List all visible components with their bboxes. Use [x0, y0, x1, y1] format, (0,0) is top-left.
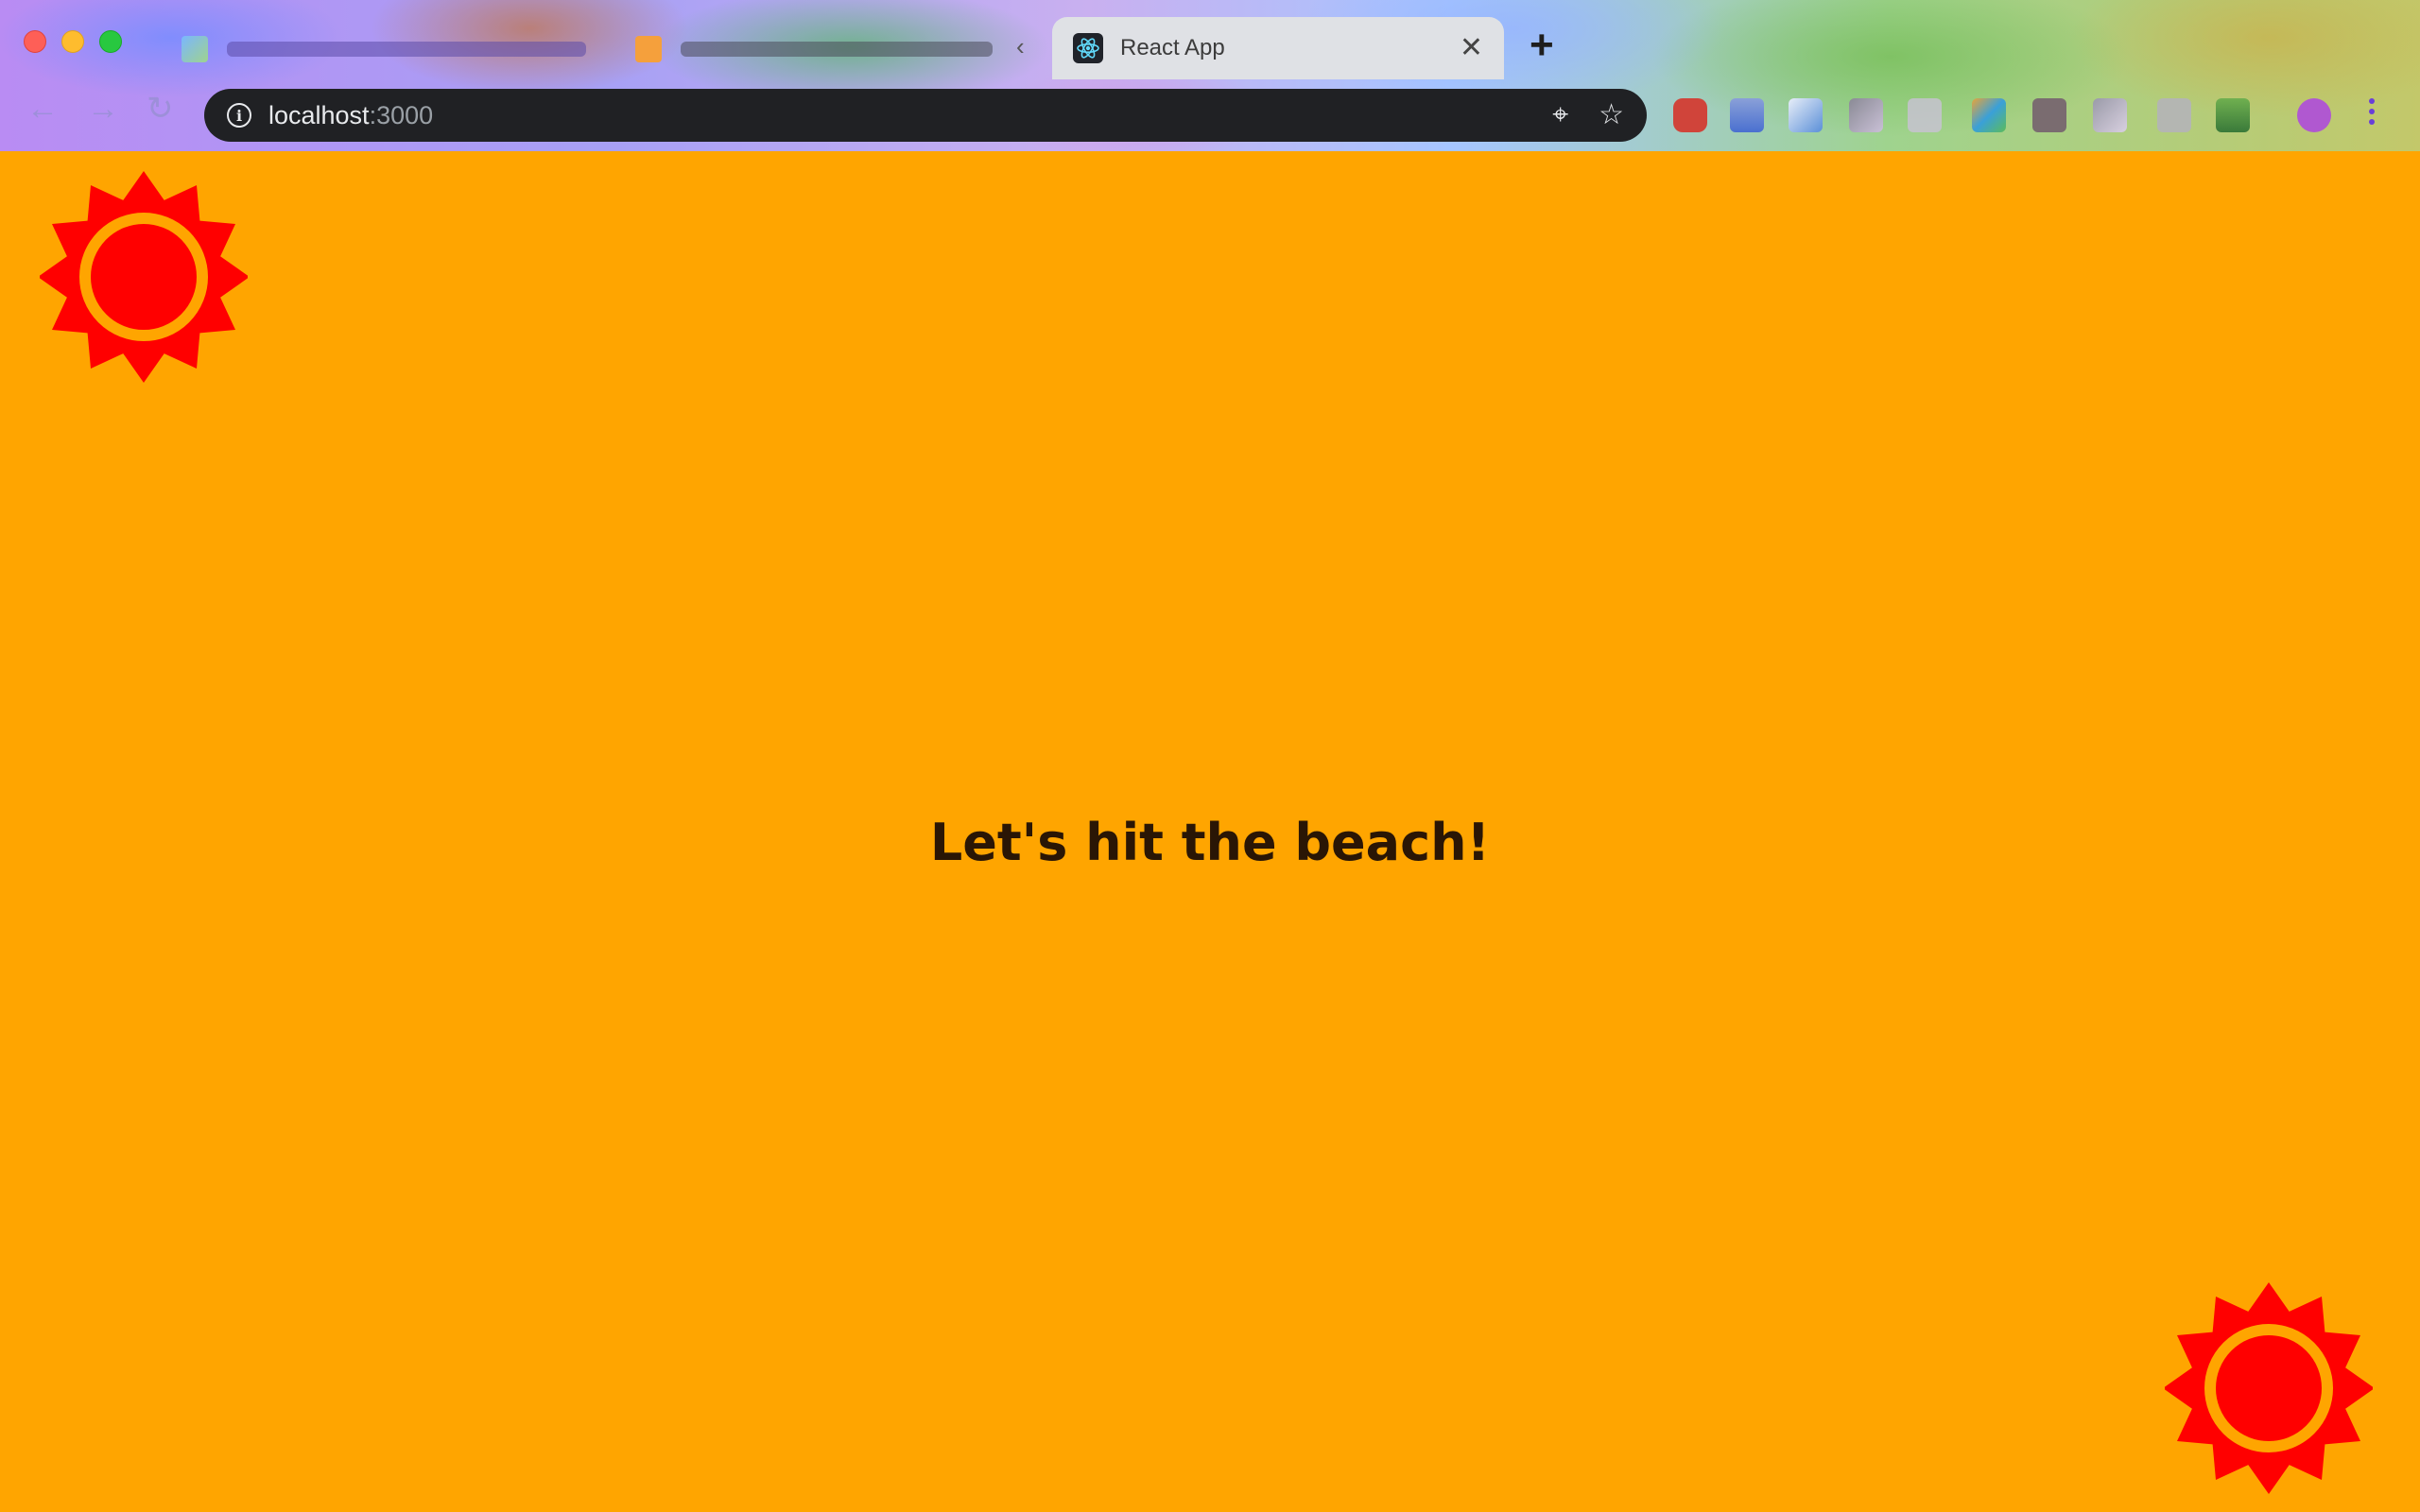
- extension-icon[interactable]: [2093, 98, 2127, 132]
- page-heading: Let's hit the beach!: [929, 813, 1491, 872]
- back-button[interactable]: ←: [26, 93, 59, 125]
- tab-title: React App: [1120, 35, 1225, 60]
- react-logo-icon: [1073, 33, 1103, 63]
- tab-strip: ‹ React App ✕ +: [0, 0, 2420, 79]
- tab-title-redacted: [681, 42, 993, 57]
- sun-icon: [40, 171, 248, 383]
- tab-favicon: [635, 36, 662, 62]
- profile-avatar[interactable]: [2297, 98, 2331, 132]
- browser-menu-icon[interactable]: [2369, 98, 2375, 125]
- address-bar[interactable]: i localhost :3000 ⌖ ☆: [204, 89, 1647, 142]
- tab-background-1[interactable]: [163, 19, 607, 79]
- extension-icon[interactable]: [1789, 98, 1823, 132]
- new-tab-button[interactable]: +: [1530, 25, 1554, 66]
- page-content: Let's hit the beach!: [0, 151, 2420, 1512]
- reload-button[interactable]: ↻: [147, 93, 174, 125]
- extension-icon[interactable]: [1849, 98, 1883, 132]
- bookmark-star-icon[interactable]: ☆: [1599, 101, 1624, 129]
- site-info-icon[interactable]: i: [227, 103, 251, 128]
- tab-active[interactable]: React App ✕: [1052, 17, 1504, 79]
- extension-icon[interactable]: [2216, 98, 2250, 132]
- close-tab-icon[interactable]: ✕: [1460, 34, 1483, 62]
- extension-icon[interactable]: [1673, 98, 1707, 132]
- tab-favicon: [182, 36, 208, 62]
- extension-icon[interactable]: [1972, 98, 2006, 132]
- location-icon[interactable]: ⌖: [1552, 101, 1568, 129]
- extension-icon[interactable]: [2157, 98, 2191, 132]
- maximize-window-button[interactable]: [99, 30, 122, 53]
- forward-button[interactable]: →: [87, 93, 119, 125]
- chevron-left-icon[interactable]: ‹: [1016, 32, 1025, 61]
- close-window-button[interactable]: [24, 30, 46, 53]
- sun-icon: [2165, 1282, 2373, 1494]
- url-host: localhost: [268, 100, 370, 129]
- extension-icon[interactable]: [2032, 98, 2066, 132]
- extension-icon[interactable]: [1908, 98, 1942, 132]
- extension-icon[interactable]: [1730, 98, 1764, 132]
- tab-background-2[interactable]: [616, 19, 1013, 79]
- tab-title-redacted: [227, 42, 586, 57]
- url-port: :3000: [369, 100, 434, 129]
- minimize-window-button[interactable]: [61, 30, 84, 53]
- browser-chrome: ‹ React App ✕ + ← → ↻ i localhost :3000: [0, 0, 2420, 151]
